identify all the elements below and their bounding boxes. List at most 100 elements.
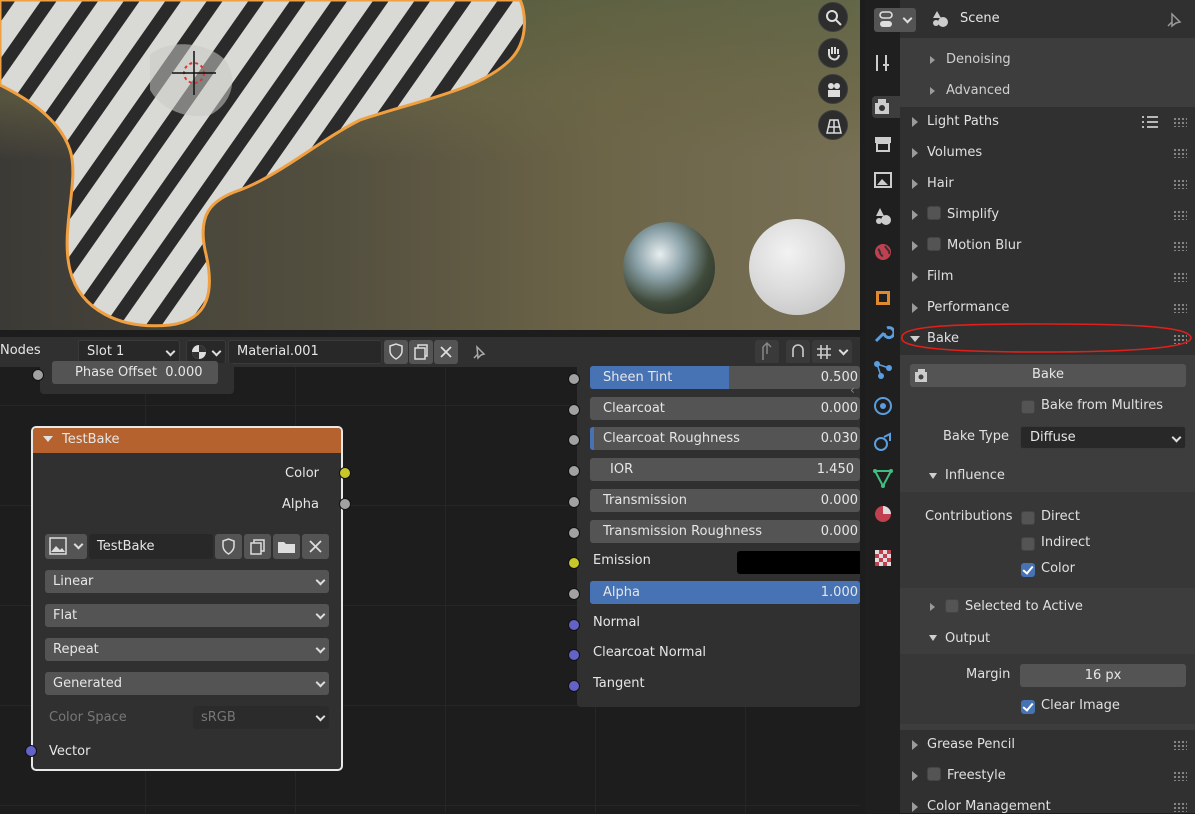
data-mesh-tab-icon[interactable] [872,467,894,489]
grid-icon[interactable] [818,110,848,140]
selected-to-active-subpanel[interactable]: Selected to Active [900,592,1195,622]
image-texture-node[interactable]: TestBake Color Alpha TestBake Linear Fla… [31,426,343,771]
pin-icon[interactable] [468,342,490,362]
parent-node-tree-icon[interactable] [755,340,779,364]
open-folder-icon[interactable] [273,534,300,559]
emission-socket[interactable] [568,557,580,569]
wave-node-stub[interactable]: Phase Offset 0.000 [40,361,234,394]
bake-button[interactable]: Bake [910,364,1186,387]
panel-motion-blur[interactable]: Motion Blur [900,231,1195,262]
margin-field[interactable]: 16 px [1020,664,1186,687]
material-name-field[interactable]: Material.001 [228,340,382,364]
object-tab-icon[interactable] [872,287,894,309]
bake-from-multires-checkbox[interactable] [1021,400,1035,414]
zoom-icon[interactable] [818,2,848,32]
color-output-socket[interactable] [339,467,351,479]
color-checkbox[interactable] [1021,563,1035,577]
hand-icon[interactable] [818,38,848,68]
drag-handle-icon[interactable] [1173,117,1187,127]
freestyle-checkbox[interactable] [927,767,941,781]
projection-select[interactable]: Flat [45,604,329,627]
3d-viewport[interactable] [0,0,860,330]
physics-tab-icon[interactable] [872,395,894,417]
clearcoat-normal-socket[interactable] [568,649,580,661]
panel-grease-pencil[interactable]: Grease Pencil [900,730,1195,761]
render-tab-icon[interactable] [872,96,900,118]
drag-handle-icon[interactable] [1173,148,1187,158]
fake-user-shield-icon[interactable] [215,534,242,559]
advanced-subpanel[interactable]: Advanced [900,76,1195,106]
node-editor[interactable]: Phase Offset 0.000 TestBake Color Alpha … [0,361,860,813]
drag-handle-icon[interactable] [1173,303,1187,313]
image-name-field[interactable]: TestBake [89,534,213,559]
clearcoat-slider[interactable]: Clearcoat 0.000 [590,397,860,420]
tangent-socket[interactable] [568,680,580,692]
scene-tab-icon[interactable] [872,205,894,227]
particles-tab-icon[interactable] [872,359,894,381]
node-header-bar[interactable]: TestBake [33,428,341,453]
constraints-tab-icon[interactable] [872,431,894,453]
alpha-socket[interactable] [568,588,580,600]
image-browse-button[interactable] [45,534,87,559]
panel-hair[interactable]: Hair [900,169,1195,200]
panel-simplify[interactable]: Simplify [900,200,1195,231]
unlink-close-icon[interactable] [302,534,329,559]
transmission-roughness-slider[interactable]: Transmission Roughness 0.000 [590,520,860,543]
duplicate-icon[interactable] [244,534,271,559]
clear-image-checkbox[interactable] [1021,700,1035,714]
normal-socket[interactable] [568,619,580,631]
extension-select[interactable]: Repeat [45,638,329,661]
panel-color-management[interactable]: Color Management [900,792,1195,814]
phase-offset-field[interactable]: Phase Offset 0.000 [52,361,218,384]
direct-checkbox[interactable] [1021,511,1035,525]
drag-handle-icon[interactable] [1173,241,1187,251]
node-scroll-chevron-icon[interactable]: ‹ [850,383,860,401]
sheen-tint-socket[interactable] [568,373,580,385]
bake-type-select[interactable]: Diffuse [1020,426,1186,449]
motion-blur-checkbox[interactable] [927,237,941,251]
drag-handle-icon[interactable] [1173,802,1187,812]
drag-handle-icon[interactable] [1173,210,1187,220]
ior-socket[interactable] [568,465,580,477]
editor-type-label[interactable]: Nodes [0,343,41,358]
drag-handle-icon[interactable] [1173,272,1187,282]
panel-volumes[interactable]: Volumes [900,138,1195,169]
clearcoat-roughness-slider[interactable]: Clearcoat Roughness 0.030 [590,427,860,450]
camera-icon[interactable] [818,74,848,104]
material-tab-icon[interactable] [872,503,894,525]
world-tab-icon[interactable] [872,241,894,263]
alpha-slider[interactable]: Alpha 1.000 [590,581,860,604]
transmission-slider[interactable]: Transmission 0.000 [590,489,860,512]
indirect-checkbox[interactable] [1021,537,1035,551]
selected-to-active-checkbox[interactable] [945,599,959,613]
emission-color-swatch[interactable] [737,551,860,574]
transmission-socket[interactable] [568,496,580,508]
snap-icon[interactable] [786,340,810,364]
panel-light-paths[interactable]: Light Paths [900,107,1195,138]
fake-user-shield-icon[interactable] [384,340,408,364]
clearcoat-socket[interactable] [568,404,580,416]
principled-bsdf-node[interactable]: Sheen Tint 0.500 Clearcoat 0.000 Clearcoat… [577,363,860,707]
ior-field[interactable]: IOR 1.450 [590,458,860,481]
texture-tab-icon[interactable] [872,547,894,569]
presets-list-icon[interactable] [1141,114,1159,130]
panel-film[interactable]: Film [900,262,1195,293]
pin-icon[interactable] [1164,10,1184,30]
phase-offset-socket[interactable] [32,369,44,381]
vector-input-socket[interactable] [25,745,37,757]
collapse-arrow-icon[interactable] [43,436,53,442]
interpolation-select[interactable]: Linear [45,570,329,593]
drag-handle-icon[interactable] [1173,740,1187,750]
alpha-output-socket[interactable] [339,498,351,510]
output-subpanel-header[interactable]: Output [900,624,1195,654]
tool-icon[interactable] [872,52,894,74]
unlink-close-icon[interactable] [434,340,458,364]
simplify-checkbox[interactable] [927,206,941,220]
source-select[interactable]: Generated [45,672,329,695]
drag-handle-icon[interactable] [1173,771,1187,781]
clearcoat-roughness-socket[interactable] [568,434,580,446]
output-tab-icon[interactable] [872,133,894,155]
snap-target-icon[interactable] [812,340,852,364]
view-layer-tab-icon[interactable] [872,169,894,191]
drag-handle-icon[interactable] [1173,179,1187,189]
